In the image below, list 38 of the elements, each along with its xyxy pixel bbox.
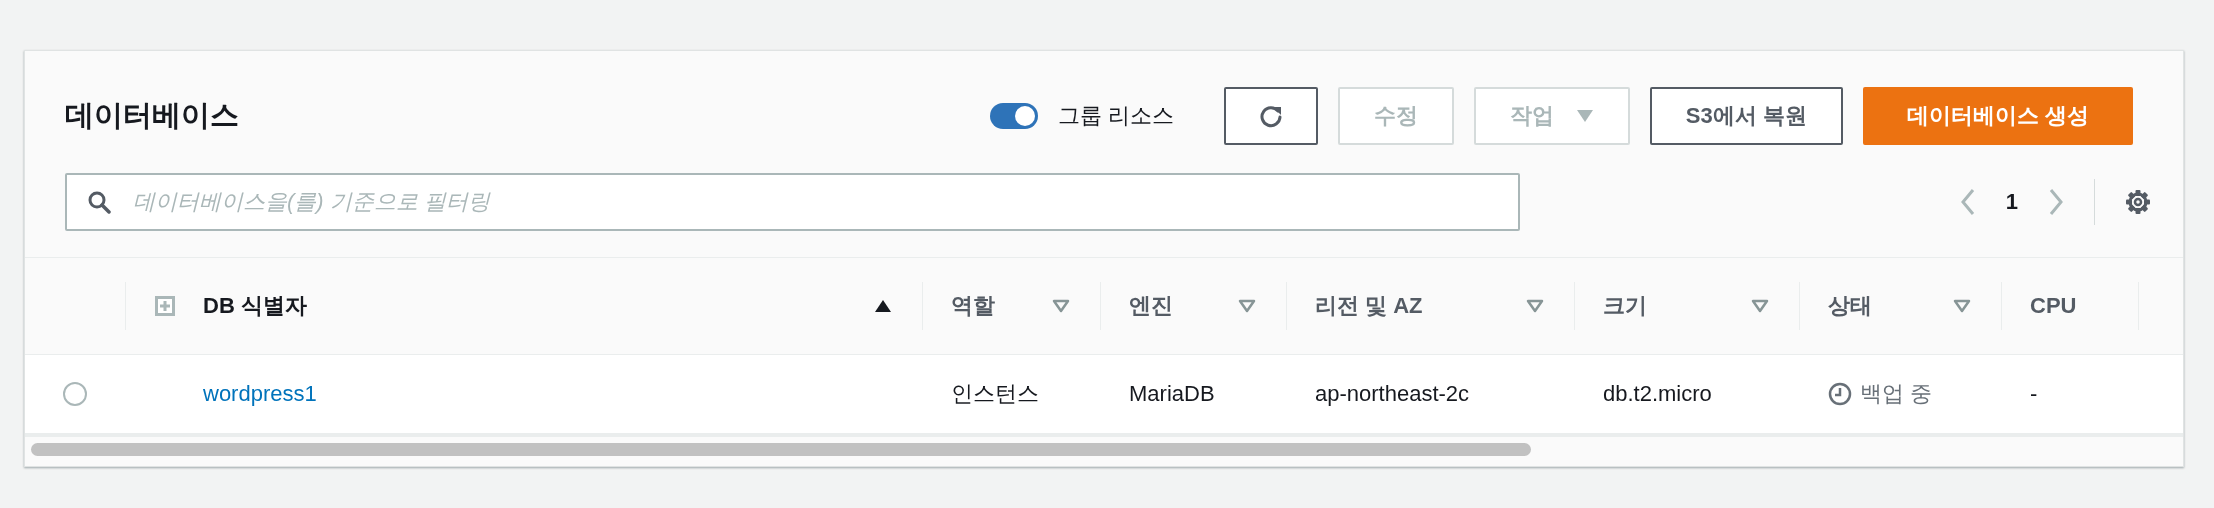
sort-ascending-icon[interactable]: [874, 299, 892, 313]
sort-icon[interactable]: [1751, 299, 1769, 313]
column-header[interactable]: 엔진: [1129, 291, 1173, 321]
search-icon: [87, 190, 111, 214]
status-text: 백업 중: [1860, 380, 1933, 408]
toggle-label: 그룹 리소스: [1057, 102, 1174, 130]
horizontal-scrollbar[interactable]: [31, 443, 1531, 456]
search-field[interactable]: 데이터베이스을(를) 기준으로 필터링: [65, 173, 1520, 231]
chevron-right-icon: [2048, 188, 2064, 216]
table-cell: db.t2.micro: [1603, 381, 1712, 407]
chevron-left-icon: [1959, 188, 1976, 216]
column-header[interactable]: 역할: [951, 291, 995, 321]
sort-icon[interactable]: [1052, 299, 1070, 313]
action-button[interactable]: S3에서 복원: [1649, 87, 1843, 145]
panel-title: 데이터베이스: [65, 98, 239, 133]
db-identifier-link[interactable]: wordpress1: [203, 381, 317, 407]
expand-all-icon[interactable]: [153, 295, 176, 317]
clock-icon: [1828, 382, 1852, 406]
sort-icon[interactable]: [1953, 299, 1971, 313]
row-radio[interactable]: [63, 382, 87, 406]
column-header[interactable]: 상태: [1828, 291, 1872, 321]
sort-icon[interactable]: [1526, 299, 1544, 313]
caret-icon: [1575, 109, 1594, 123]
table-cell: ap-northeast-2c: [1315, 381, 1470, 407]
column-header[interactable]: CPU: [2030, 293, 2077, 319]
column-header[interactable]: DB 식별자: [203, 291, 307, 321]
group-toggle[interactable]: [989, 103, 1038, 129]
refresh-button[interactable]: [1223, 87, 1318, 145]
settings-button[interactable]: [2125, 189, 2151, 215]
table-cell-text: 인스턴스: [951, 380, 1039, 408]
table-cell: MariaDB: [1129, 381, 1215, 407]
sort-icon[interactable]: [1238, 299, 1256, 313]
column-header[interactable]: 크기: [1603, 291, 1647, 321]
settings-icon: [2125, 189, 2151, 215]
page-number[interactable]: 1: [2005, 189, 2018, 215]
table-cell: -: [2030, 381, 2038, 407]
column-header[interactable]: 리전 및 AZ: [1315, 291, 1423, 321]
refresh-icon: [1257, 103, 1284, 129]
